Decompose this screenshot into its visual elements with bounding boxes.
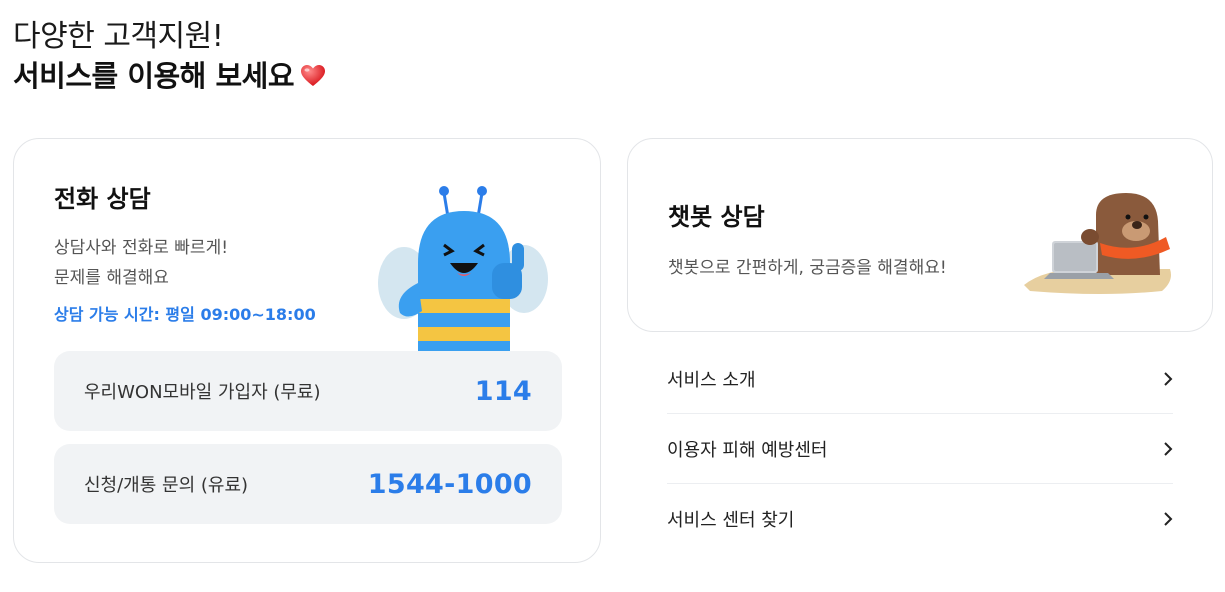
link-damage-prevention-center[interactable]: 이용자 피해 예방센터 bbox=[667, 414, 1173, 484]
consult-hours: 상담 가능 시간: 평일 09:00~18:00 bbox=[54, 305, 316, 324]
link-label: 서비스 소개 bbox=[667, 369, 756, 391]
service-links-list: 서비스 소개 이용자 피해 예방센터 서비스 센터 찾기 bbox=[667, 344, 1173, 553]
phone-consult-desc: 상담사와 전화로 빠르게! 문제를 해결해요 bbox=[54, 233, 228, 293]
bee-mascot-illustration bbox=[378, 186, 548, 351]
phone-consult-card: 전화 상담 상담사와 전화로 빠르게! 문제를 해결해요 상담 가능 시간: 평… bbox=[13, 138, 601, 563]
phone-row-label: 우리WON모바일 가입자 (무료) bbox=[84, 382, 321, 403]
chevron-right-icon bbox=[1164, 511, 1173, 526]
chatbot-consult-desc: 챗봇으로 간편하게, 궁금증을 해결해요! bbox=[668, 258, 947, 278]
signup-inquiry-phone-row[interactable]: 신청/개통 문의 (유료) 1544-1000 bbox=[54, 444, 562, 524]
link-find-service-center[interactable]: 서비스 센터 찾기 bbox=[667, 484, 1173, 553]
phone-desc-line2: 문제를 해결해요 bbox=[54, 268, 169, 288]
chevron-right-icon bbox=[1164, 441, 1173, 456]
headline-line2-text: 서비스를 이용해 보세요 bbox=[13, 59, 295, 93]
mole-mascot-laptop-illustration bbox=[1024, 193, 1171, 294]
mobile-subscriber-phone-row[interactable]: 우리WON모바일 가입자 (무료) 114 bbox=[54, 351, 562, 431]
phone-consult-title: 전화 상담 bbox=[54, 185, 151, 213]
phone-desc-line1: 상담사와 전화로 빠르게! bbox=[54, 238, 229, 258]
heart-icon bbox=[301, 65, 325, 86]
link-service-intro[interactable]: 서비스 소개 bbox=[667, 344, 1173, 414]
headline-line2: 서비스를 이용해 보세요 bbox=[13, 56, 326, 96]
link-label: 서비스 센터 찾기 bbox=[667, 509, 795, 531]
phone-row-label: 신청/개통 문의 (유료) bbox=[84, 475, 249, 496]
page-headline: 다양한 고객지원! 서비스를 이용해 보세요 bbox=[13, 18, 326, 96]
chatbot-consult-title: 챗봇 상담 bbox=[668, 203, 765, 231]
chevron-right-icon bbox=[1164, 371, 1173, 386]
link-label: 이용자 피해 예방센터 bbox=[667, 439, 828, 461]
phone-number[interactable]: 1544-1000 bbox=[368, 469, 532, 500]
chatbot-consult-card[interactable]: 챗봇 상담 챗봇으로 간편하게, 궁금증을 해결해요! bbox=[627, 138, 1213, 332]
headline-line1: 다양한 고객지원! bbox=[13, 19, 224, 54]
phone-number[interactable]: 114 bbox=[475, 376, 532, 407]
